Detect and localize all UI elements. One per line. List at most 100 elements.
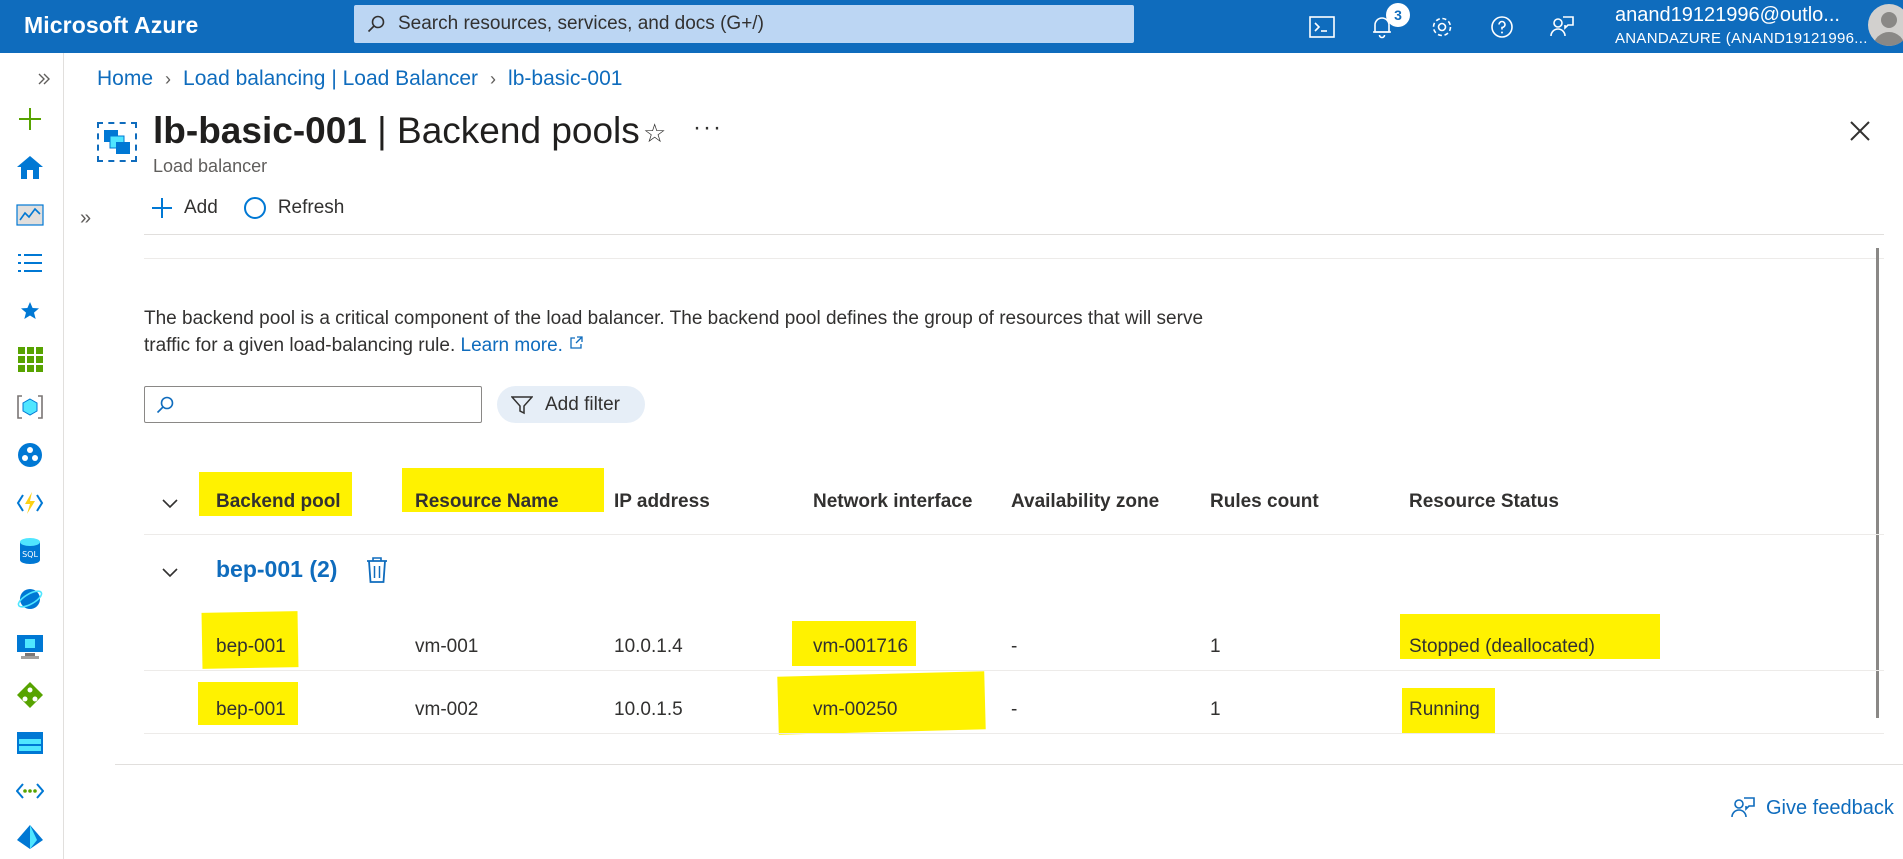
page-title-resource: lb-basic-001 [153,110,367,151]
external-link-icon [570,336,583,349]
cell-network-interface: vm-00250 [813,699,898,720]
cell-network-interface: vm-001716 [813,636,909,657]
notifications-icon[interactable]: 3 [1352,0,1412,53]
dashboard-icon[interactable] [14,199,46,231]
close-icon[interactable] [1846,117,1874,145]
function-app-icon[interactable] [14,487,46,519]
entra-id-icon[interactable] [14,821,46,853]
search-placeholder: Search resources, services, and docs (G+… [398,13,764,34]
global-search-box[interactable]: Search resources, services, and docs (G+… [354,5,1134,43]
page-subtitle: Load balancer [153,156,268,176]
load-balancer-icon[interactable] [14,679,46,711]
cell-rules-count: 1 [1210,699,1221,720]
breadcrumb-home[interactable]: Home [97,67,153,91]
cell-resource-name: vm-001 [415,636,479,657]
avatar[interactable] [1868,4,1903,46]
command-bar-divider [144,234,1884,235]
virtual-machine-icon[interactable] [14,631,46,663]
sql-database-icon[interactable]: SQL [14,535,46,567]
cosmos-db-icon[interactable] [14,583,46,615]
give-feedback-link[interactable]: Give feedback [1730,796,1894,820]
learn-more-label: Learn more. [460,335,563,356]
breadcrumb-load-balancing[interactable]: Load balancing | Load Balancer [183,67,478,91]
cell-resource-status: Running [1409,699,1480,720]
chevron-right-icon: › [165,68,172,89]
add-filter-label: Add filter [545,393,620,415]
page-title: lb-basic-001 | Backend pools [153,110,640,152]
account-tenant: ANANDAZURE (ANAND19121996... [1615,30,1868,47]
group-collapse-chevron-icon[interactable] [160,562,180,582]
home-icon[interactable] [14,151,46,183]
expand-blade-menu-icon[interactable]: » [80,207,91,230]
column-header-rules-count[interactable]: Rules count [1210,491,1319,513]
filter-search-input[interactable] [144,386,482,423]
column-header-resource-status[interactable]: Resource Status [1409,491,1559,513]
svg-text:SQL: SQL [22,550,38,559]
learn-more-link[interactable]: Learn more. [461,335,585,356]
command-bar: Add Refresh [150,196,344,224]
cell-backend-pool: bep-001 [216,636,286,657]
collapse-all-chevron-icon[interactable] [160,493,180,513]
brand-title[interactable]: Microsoft Azure [24,12,198,39]
account-email: anand19121996@outlo... [1615,4,1840,26]
help-icon[interactable] [1472,0,1532,53]
page-title-separator: | [366,110,398,151]
notifications-badge: 3 [1386,3,1410,27]
expand-menu-icon[interactable] [28,63,60,95]
favorite-star-icon[interactable]: ☆ [643,118,666,149]
feedback-icon[interactable] [1532,0,1592,53]
add-filter-button[interactable]: Add filter [497,386,645,423]
plus-icon [152,198,172,218]
favorites-star-icon[interactable] [14,295,46,327]
resource-groups-icon[interactable] [14,391,46,423]
refresh-icon [243,197,266,219]
give-feedback-label: Give feedback [1766,796,1894,819]
row-divider [144,670,1884,671]
cell-ip-address: 10.0.1.4 [614,636,683,657]
column-header-backend-pool[interactable]: Backend pool [216,491,341,513]
row-divider [144,733,1884,734]
row-divider [144,534,1884,535]
filter-icon [511,395,533,414]
all-services-icon[interactable] [14,247,46,279]
footer-divider [115,764,1903,765]
breadcrumb: Home › Load balancing | Load Balancer › … [97,67,622,91]
description: The backend pool is a critical component… [144,305,1204,359]
search-icon [156,396,174,413]
vertical-scrollbar[interactable] [1876,248,1879,718]
cell-resource-name: vm-002 [415,699,479,720]
page-title-blade: Backend pools [397,110,640,151]
load-balancer-resource-icon [97,122,137,162]
cell-availability-zone: - [1011,699,1018,720]
settings-gear-icon[interactable] [1412,0,1472,53]
add-label: Add [184,197,218,218]
virtual-network-icon[interactable] [14,775,46,807]
storage-account-icon[interactable] [14,727,46,759]
content-divider [144,258,1884,259]
breadcrumb-lb-basic-001[interactable]: lb-basic-001 [508,67,622,91]
feedback-person-icon [1731,797,1755,818]
column-header-network-interface[interactable]: Network interface [813,491,972,513]
create-resource-icon[interactable] [14,103,46,135]
column-header-availability-zone[interactable]: Availability zone [1011,491,1159,513]
top-icons: 3 [1292,0,1592,53]
top-bar: Microsoft Azure Search resources, servic… [0,0,1903,53]
all-resources-icon[interactable] [14,343,46,375]
chevron-right-icon: › [490,68,497,89]
cloud-shell-icon[interactable] [1292,0,1352,53]
left-nav: SQL [0,53,64,859]
backend-pool-group-link[interactable]: bep-001 (2) [216,556,337,583]
cell-rules-count: 1 [1210,636,1221,657]
column-header-resource-name[interactable]: Resource Name [415,491,559,513]
more-options-icon[interactable]: ··· [693,114,723,142]
add-button[interactable]: Add [150,196,218,224]
cell-backend-pool: bep-001 [216,699,286,720]
description-text: The backend pool is a critical component… [144,308,1204,356]
kubernetes-icon[interactable] [14,439,46,471]
delete-trash-icon[interactable] [365,556,389,589]
account-info[interactable]: anand19121996@outlo... ANANDAZURE (ANAND… [1615,4,1868,50]
refresh-button[interactable]: Refresh [242,196,345,224]
column-header-ip-address[interactable]: IP address [614,491,710,513]
refresh-label: Refresh [277,197,345,218]
cell-ip-address: 10.0.1.5 [614,699,683,720]
